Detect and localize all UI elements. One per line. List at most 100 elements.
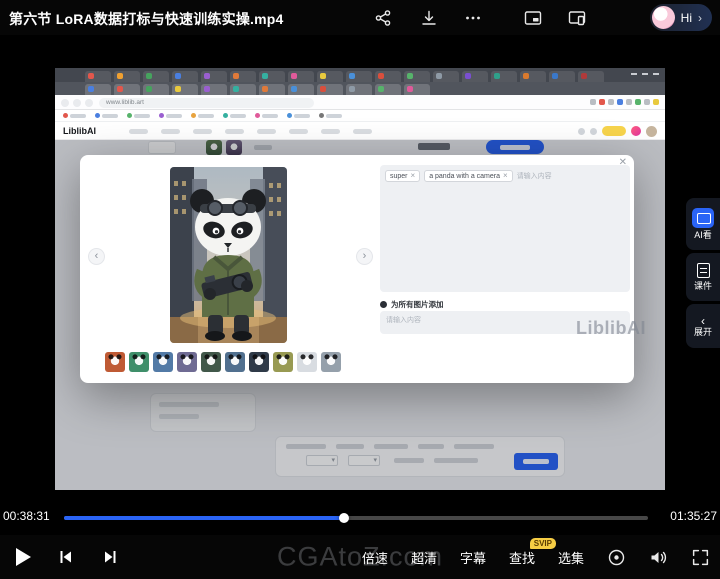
back-icon [61, 99, 69, 107]
add-to-all-row: 为所有图片添加 [380, 299, 444, 310]
tab-favicon-icon [146, 86, 152, 92]
browser-tab [143, 71, 169, 82]
tab-favicon-icon [349, 86, 355, 92]
tab-favicon-icon [117, 86, 123, 92]
add-to-all-label: 为所有图片添加 [391, 299, 444, 310]
remove-tag-icon: × [503, 172, 508, 180]
caption-tag: a panda with a camera × [424, 170, 513, 182]
reload-icon [85, 99, 93, 107]
browser-tab [317, 71, 343, 82]
tab-favicon-icon [436, 73, 442, 79]
bookmark-item [319, 113, 342, 118]
tab-favicon-icon [204, 86, 210, 92]
browser-tab [201, 71, 227, 82]
previous-image-button: ‹ [88, 248, 105, 265]
browser-tab [114, 71, 140, 82]
site-header: LiblibAI [55, 122, 665, 140]
more-options-icon[interactable] [464, 9, 482, 27]
tab-favicon-icon [320, 86, 326, 92]
tab-favicon-icon [262, 86, 268, 92]
tab-favicon-icon [117, 73, 123, 79]
volume-icon[interactable] [649, 548, 668, 567]
share-icon[interactable] [374, 9, 392, 27]
progress-bar[interactable] [64, 516, 648, 520]
svip-badge: SVIP [530, 538, 556, 549]
browser-tab [491, 71, 517, 82]
image-thumbnail [177, 352, 197, 372]
browser-tab [85, 84, 111, 95]
browser-tab [549, 71, 575, 82]
ai-view-icon [692, 208, 714, 228]
tab-favicon-icon [378, 86, 384, 92]
browser-tab [346, 71, 372, 82]
image-thumbnail [153, 352, 173, 372]
browser-tab [317, 84, 343, 95]
tab-favicon-icon [146, 73, 152, 79]
picture-in-picture-icon[interactable] [524, 9, 542, 27]
video-title: 第六节 LoRA数据打标与快速训练实操.mp4 [9, 9, 284, 29]
chevron-left-icon: ‹ [701, 316, 705, 326]
address-bar: www.liblib.art [99, 98, 314, 108]
browser-tab [85, 71, 111, 82]
browser-tab [404, 84, 430, 95]
browser-tab [201, 84, 227, 95]
play-button[interactable] [16, 548, 31, 566]
search-button[interactable]: 查找 SVIP [509, 548, 535, 567]
video-player: 第六节 LoRA数据打标与快速训练实操.mp4 Hi › [0, 0, 720, 579]
expand-button[interactable]: ‹ 展开 [686, 304, 720, 348]
circle-dot-icon[interactable] [607, 548, 626, 567]
previous-video-icon[interactable] [57, 548, 75, 566]
browser-tab [462, 71, 488, 82]
forward-icon [73, 99, 81, 107]
ai-view-button[interactable]: AI看 [686, 198, 720, 250]
browser-tab [288, 84, 314, 95]
site-header-right [578, 126, 657, 137]
subtitles-button[interactable]: 字幕 [460, 548, 486, 567]
playlist-button[interactable]: 选集 [558, 548, 584, 567]
tab-favicon-icon [494, 73, 500, 79]
extension-icons [590, 99, 659, 105]
progress-fill [64, 516, 344, 520]
image-thumbnail [297, 352, 317, 372]
image-thumbnail [201, 352, 221, 372]
image-thumbnail [105, 352, 125, 372]
notification-icon [578, 128, 585, 135]
bookmark-item [255, 113, 278, 118]
browser-tab [114, 84, 140, 95]
browser-tab [288, 71, 314, 82]
courseware-button[interactable]: 课件 [686, 253, 720, 301]
window-controls [631, 73, 659, 75]
message-icon [590, 128, 597, 135]
user-avatar [652, 6, 675, 29]
page-watermark: LiblibAI [576, 318, 646, 339]
download-icon[interactable] [420, 9, 438, 27]
captioning-dialog: ✕ [80, 155, 634, 383]
quality-button[interactable]: 超清 [411, 548, 437, 567]
current-time: 00:38:31 [3, 509, 50, 523]
caption-tag-label: super [390, 173, 408, 180]
user-account-button[interactable]: Hi › [650, 4, 712, 31]
progress-row: 00:38:31 01:35:27 [0, 504, 720, 528]
tab-favicon-icon [262, 73, 268, 79]
caption-tag-input: super × a panda with a camera × 请输入内容 [380, 165, 630, 292]
search-label: 查找 [509, 551, 535, 566]
progress-handle[interactable] [339, 513, 349, 523]
total-duration: 01:35:27 [670, 509, 717, 523]
tab-favicon-icon [233, 86, 239, 92]
tab-favicon-icon [320, 73, 326, 79]
browser-tab [375, 71, 401, 82]
points-badge [602, 126, 626, 136]
tab-favicon-icon [88, 86, 94, 92]
cast-screen-icon[interactable] [568, 9, 586, 27]
transport-controls [16, 535, 119, 579]
speed-button[interactable]: 倍速 [362, 548, 388, 567]
browser-tab [230, 71, 256, 82]
browser-tab [578, 71, 604, 82]
caption-tag: super × [385, 170, 420, 182]
video-frame[interactable]: www.liblib.art LiblibAI [55, 68, 665, 490]
next-video-icon[interactable] [101, 548, 119, 566]
browser-tab [259, 84, 285, 95]
browser-tab [433, 71, 459, 82]
fullscreen-icon[interactable] [691, 548, 710, 567]
browser-tab [172, 71, 198, 82]
